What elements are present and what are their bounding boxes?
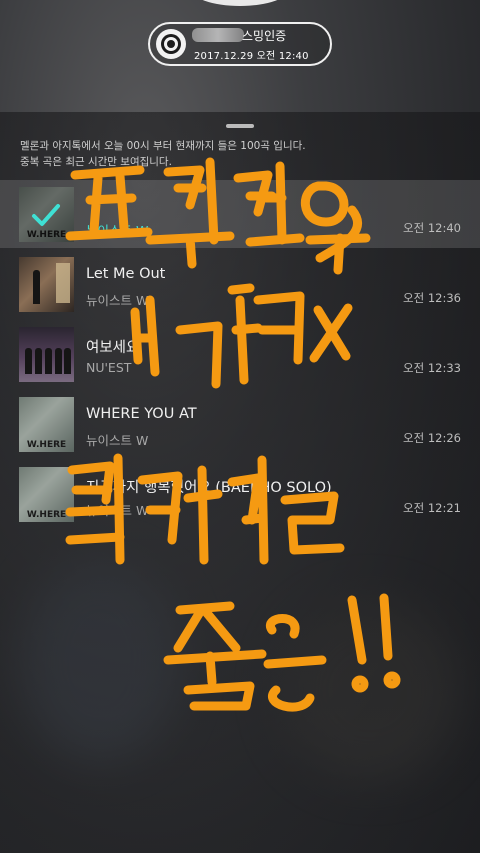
- info-line-2: 중복 곡은 최근 시간만 보여집니다.: [20, 156, 172, 168]
- auth-title: 스밍인증: [242, 29, 287, 43]
- song-artist: 뉴이스트 W: [86, 503, 149, 518]
- song-title: WHERE YOU AT: [86, 406, 197, 422]
- drag-handle[interactable]: [226, 124, 254, 128]
- play-time: 오전 12:33: [403, 361, 461, 375]
- album-art-text: W.HERE: [26, 440, 67, 450]
- info-line-1: 멜론과 아지톡에서 오늘 00시 부터 현재까지 들은 100곡 입니다.: [20, 140, 306, 152]
- vinyl-icon: [156, 29, 186, 59]
- song-title: Let Me Out: [86, 266, 166, 282]
- play-time: 오전 12:36: [403, 291, 461, 305]
- blurred-name-mask: [192, 28, 244, 42]
- song-artist: 뉴이스트 W: [86, 293, 149, 308]
- album-art: W.HERE: [19, 397, 74, 452]
- history-info: 멜론과 아지톡에서 오늘 00시 부터 현재까지 들은 100곡 입니다. 중복…: [20, 138, 460, 170]
- streaming-auth-badge: 스밍인증 2017.12.29 오전 12:40: [148, 22, 332, 66]
- song-row-1[interactable]: W.HERE 뉴이스트 W 오전 12:40: [0, 180, 480, 248]
- top-bubble: [190, 0, 290, 6]
- album-art: W.HERE: [19, 187, 74, 242]
- history-panel: 멜론과 아지톡에서 오늘 00시 부터 현재까지 들은 100곡 입니다. 중복…: [0, 112, 480, 853]
- song-artist: NU'EST: [86, 360, 132, 375]
- song-row-5[interactable]: W.HERE 지금까지 행복했어요 (BAEKHO SOLO) 뉴이스트 W 오…: [0, 460, 480, 528]
- song-artist: 뉴이스트 W: [86, 223, 149, 238]
- song-title: 여보세요: [86, 340, 140, 356]
- album-art: [19, 327, 74, 382]
- song-row-3[interactable]: 여보세요 NU'EST 오전 12:33: [0, 320, 480, 388]
- play-time: 오전 12:40: [403, 221, 461, 235]
- auth-date: 2017.12.29 오전 12:40: [194, 51, 309, 62]
- album-art: W.HERE: [19, 467, 74, 522]
- song-row-4[interactable]: W.HERE WHERE YOU AT 뉴이스트 W 오전 12:26: [0, 390, 480, 458]
- song-artist: 뉴이스트 W: [86, 433, 149, 448]
- play-time: 오전 12:26: [403, 431, 461, 445]
- play-time: 오전 12:21: [403, 501, 461, 515]
- check-icon: [32, 204, 60, 226]
- song-title: 지금까지 행복했어요 (BAEKHO SOLO): [86, 480, 332, 496]
- album-art-text: W.HERE: [26, 510, 67, 520]
- album-art: [19, 257, 74, 312]
- song-row-2[interactable]: Let Me Out 뉴이스트 W 오전 12:36: [0, 250, 480, 318]
